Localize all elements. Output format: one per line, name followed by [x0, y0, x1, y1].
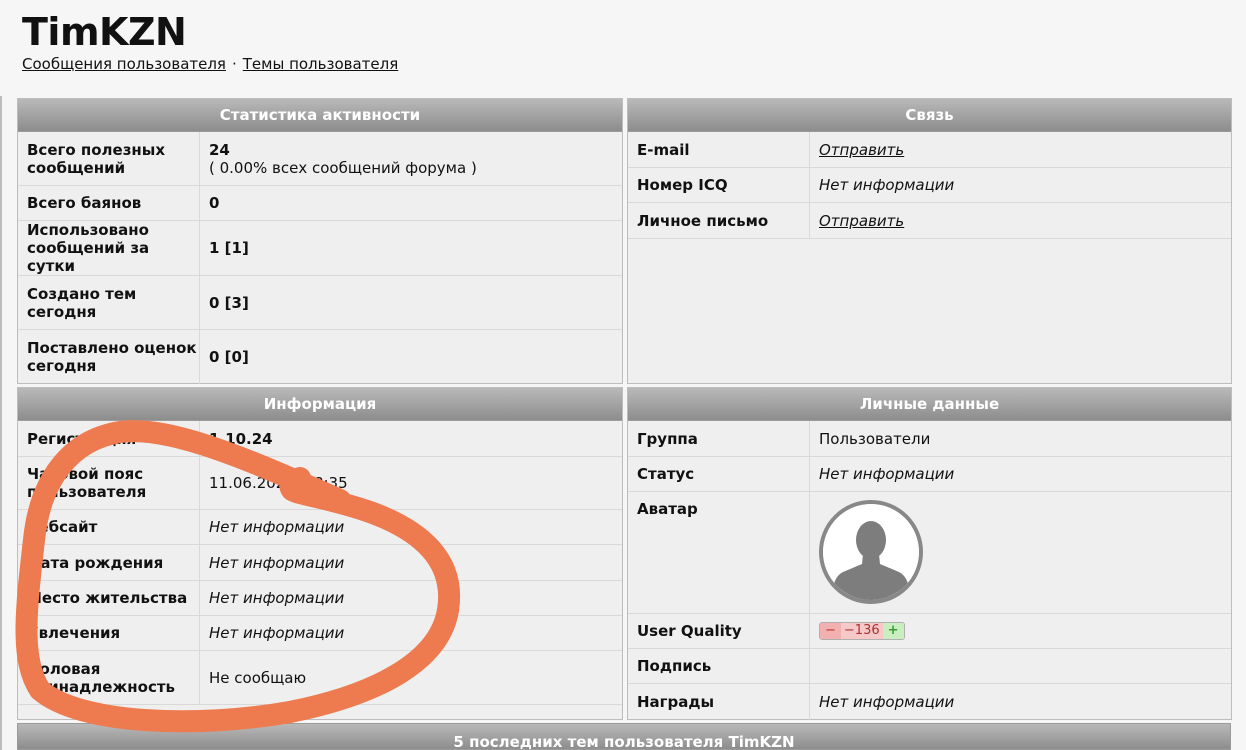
- personal-row-user-quality: User Quality − −136 +: [628, 614, 1231, 649]
- contact-value: Нет информации: [809, 168, 1231, 202]
- contact-panel: Связь E-mail Отправить Номер ICQ Нет инф…: [627, 98, 1232, 384]
- info-panel-header: Информация: [18, 388, 622, 421]
- contact-value: Отправить: [809, 132, 1231, 167]
- personal-label: Аватар: [637, 500, 698, 518]
- personal-value: Нет информации: [809, 684, 1231, 720]
- info-row-interests: Увлечения Нет информации: [18, 616, 622, 651]
- info-panel: Информация Регистрация 1.10.24 Часовой п…: [17, 387, 623, 720]
- recent-topics-header: 5 последних тем пользователя TimKZN: [17, 723, 1231, 750]
- send-email-link[interactable]: Отправить: [819, 141, 904, 159]
- stat-value: 0 [3]: [199, 276, 622, 329]
- contact-panel-header: Связь: [628, 99, 1231, 132]
- user-silhouette-icon: [823, 504, 919, 600]
- contact-row-pm: Личное письмо Отправить: [628, 203, 1231, 239]
- stat-row-ratings-today: Поставлено оценок сегодня 0 [0]: [18, 330, 622, 384]
- info-value: Нет информации: [199, 510, 622, 544]
- stat-value: 1 [1]: [199, 221, 622, 275]
- info-value: Нет информации: [199, 581, 622, 615]
- info-label: Увлечения: [27, 624, 121, 642]
- user-messages-link[interactable]: Сообщения пользователя: [22, 55, 226, 73]
- stat-row-topics-today: Создано тем сегодня 0 [3]: [18, 276, 622, 330]
- personal-value: Пользователи: [809, 421, 1231, 456]
- quality-minus-button[interactable]: −: [820, 623, 841, 639]
- personal-label: Группа: [637, 429, 698, 448]
- profile-page: TimKZN Сообщения пользователя · Темы польз…: [0, 0, 1246, 750]
- stat-label: Создано тем сегодня: [27, 284, 137, 321]
- contact-row-email: E-mail Отправить: [628, 132, 1231, 168]
- user-topics-link[interactable]: Темы пользователя: [243, 55, 399, 73]
- personal-value: − −136 +: [809, 614, 1231, 648]
- send-pm-link[interactable]: Отправить: [819, 212, 904, 230]
- personal-panel: Личные данные Группа Пользователи Статус…: [627, 387, 1232, 720]
- personal-value: [809, 649, 1231, 683]
- quality-plus-button[interactable]: +: [882, 623, 904, 639]
- activity-panel-header: Статистика активности: [18, 99, 622, 132]
- activity-panel: Статистика активности Всего полезных соо…: [17, 98, 623, 384]
- contact-label: Личное письмо: [637, 211, 769, 230]
- info-value: 11.06.2024, 08:35: [199, 457, 622, 509]
- personal-label: Подпись: [637, 657, 712, 675]
- info-label: Регистрация: [27, 429, 137, 448]
- contact-row-icq: Номер ICQ Нет информации: [628, 168, 1231, 203]
- contact-label: Номер ICQ: [637, 176, 728, 194]
- stat-value-number: 24: [209, 140, 230, 159]
- stat-row-bayans: Всего баянов 0: [18, 186, 622, 221]
- personal-panel-header: Личные данные: [628, 388, 1231, 421]
- personal-row-avatar: Аватар: [628, 492, 1231, 614]
- info-label: Дата рождения: [27, 553, 164, 572]
- stat-value-percent: ( 0.00% всех сообщений форума ): [209, 158, 477, 177]
- stat-row-daily-messages: Использовано сообщений за сутки 1 [1]: [18, 221, 622, 276]
- page-title: TimKZN: [22, 10, 187, 54]
- contact-value: Отправить: [809, 203, 1231, 238]
- info-label: Место жительства: [27, 589, 188, 607]
- personal-label: Статус: [637, 465, 695, 483]
- info-label: Вебсайт: [27, 518, 98, 536]
- personal-label: User Quality: [637, 622, 742, 640]
- stat-value: 24 ( 0.00% всех сообщений форума ): [199, 132, 622, 185]
- info-value: 1.10.24: [199, 421, 622, 456]
- info-value: Нет информации: [199, 545, 622, 580]
- quality-score: −136: [840, 623, 883, 639]
- left-border: [0, 96, 2, 750]
- avatar: [819, 500, 923, 604]
- stat-label: Всего полезных сообщений: [27, 140, 166, 177]
- info-row-gender: Половая принадлежность Не сообщаю: [18, 651, 622, 705]
- link-separator: ·: [231, 55, 237, 73]
- stat-value: 0 [0]: [199, 330, 622, 384]
- personal-row-awards: Награды Нет информации: [628, 684, 1231, 720]
- contact-label: E-mail: [637, 140, 690, 159]
- info-row-birthday: Дата рождения Нет информации: [18, 545, 622, 581]
- info-label: Половая принадлежность: [27, 659, 176, 696]
- info-row-registration: Регистрация 1.10.24: [18, 421, 622, 457]
- personal-row-group: Группа Пользователи: [628, 421, 1231, 457]
- user-quality-widget: − −136 +: [819, 622, 905, 640]
- info-row-location: Место жительства Нет информации: [18, 581, 622, 616]
- user-links: Сообщения пользователя · Темы пользователя: [22, 55, 398, 73]
- personal-value: [809, 492, 1231, 613]
- personal-row-status: Статус Нет информации: [628, 457, 1231, 492]
- info-value: Не сообщаю: [199, 651, 622, 704]
- info-label: Часовой пояс пользователя: [27, 465, 147, 501]
- stat-label: Использовано сообщений за сутки: [27, 221, 150, 275]
- personal-label: Награды: [637, 693, 715, 711]
- stat-value: 0: [199, 186, 622, 220]
- info-row-website: Вебсайт Нет информации: [18, 510, 622, 545]
- personal-value: Нет информации: [809, 457, 1231, 491]
- stat-label: Всего баянов: [27, 194, 142, 212]
- info-value: Нет информации: [199, 616, 622, 650]
- info-row-timezone: Часовой пояс пользователя 11.06.2024, 08…: [18, 457, 622, 510]
- personal-row-signature: Подпись: [628, 649, 1231, 684]
- stat-label: Поставлено оценок сегодня: [27, 339, 197, 375]
- stat-row-useful: Всего полезных сообщений 24 ( 0.00% всех…: [18, 132, 622, 186]
